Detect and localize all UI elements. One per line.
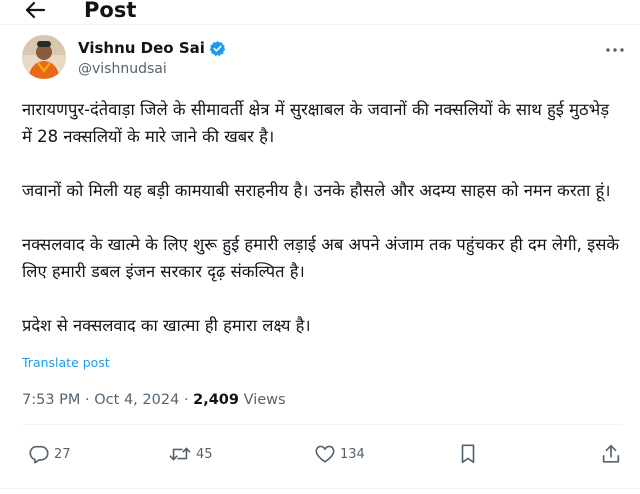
bookmark-button[interactable] xyxy=(458,440,482,468)
repost-count: 45 xyxy=(196,446,213,462)
bookmark-icon xyxy=(461,444,475,464)
author-name-text: Vishnu Deo Sai xyxy=(78,39,205,57)
reply-button[interactable]: 27 xyxy=(28,440,71,468)
avatar-image xyxy=(22,35,66,79)
translate-post-link[interactable]: Translate post xyxy=(22,354,110,372)
top-bar: Post xyxy=(0,0,640,24)
like-count: 134 xyxy=(340,446,365,462)
page-title: Post xyxy=(84,0,137,22)
tweet-paragraph: नारायणपुर-दंतेवाड़ा जिले के सीमावर्ती क्… xyxy=(22,100,610,146)
views-count: 2,409 xyxy=(193,392,239,408)
actions-divider xyxy=(22,424,622,425)
heart-icon xyxy=(315,445,335,463)
arrow-left-icon xyxy=(25,1,46,19)
reply-icon xyxy=(29,445,49,464)
like-button[interactable]: 134 xyxy=(314,440,365,468)
share-icon xyxy=(602,444,620,463)
tweet-text: नारायणपुर-दंतेवाड़ा जिले के सीमावर्ती क्… xyxy=(22,96,622,339)
more-dots-icon xyxy=(606,48,624,52)
tweet-paragraph: नक्सलवाद के खात्मे के लिए शुरू हुई हमारी… xyxy=(22,235,620,281)
meta-separator: · xyxy=(80,392,95,408)
back-button[interactable] xyxy=(20,0,50,24)
meta-separator: · xyxy=(179,392,194,408)
bottom-divider xyxy=(0,488,640,489)
tweet-paragraph: प्रदेश से नक्सलवाद का खात्मा ही हमारा लक… xyxy=(22,316,311,335)
avatar[interactable] xyxy=(22,35,66,79)
verified-badge-icon xyxy=(209,40,226,56)
more-options-button[interactable] xyxy=(602,40,628,60)
post-metadata: 7:53 PM · Oct 4, 2024 · 2,409 Views xyxy=(22,390,286,410)
repost-icon xyxy=(169,447,191,461)
post-time[interactable]: 7:53 PM xyxy=(22,392,80,408)
header-divider xyxy=(0,24,640,25)
action-bar: 27 45 134 xyxy=(22,440,622,468)
share-button[interactable] xyxy=(600,440,626,468)
author-name[interactable]: Vishnu Deo Sai xyxy=(78,38,226,58)
author-handle[interactable]: @vishnudsai xyxy=(78,60,167,78)
tweet-paragraph: जवानों को मिली यह बड़ी कामयाबी सराहनीय ह… xyxy=(22,181,611,200)
views-label: Views xyxy=(239,392,286,408)
post-date[interactable]: Oct 4, 2024 xyxy=(94,392,179,408)
reply-count: 27 xyxy=(54,446,71,462)
repost-button[interactable]: 45 xyxy=(168,440,213,468)
